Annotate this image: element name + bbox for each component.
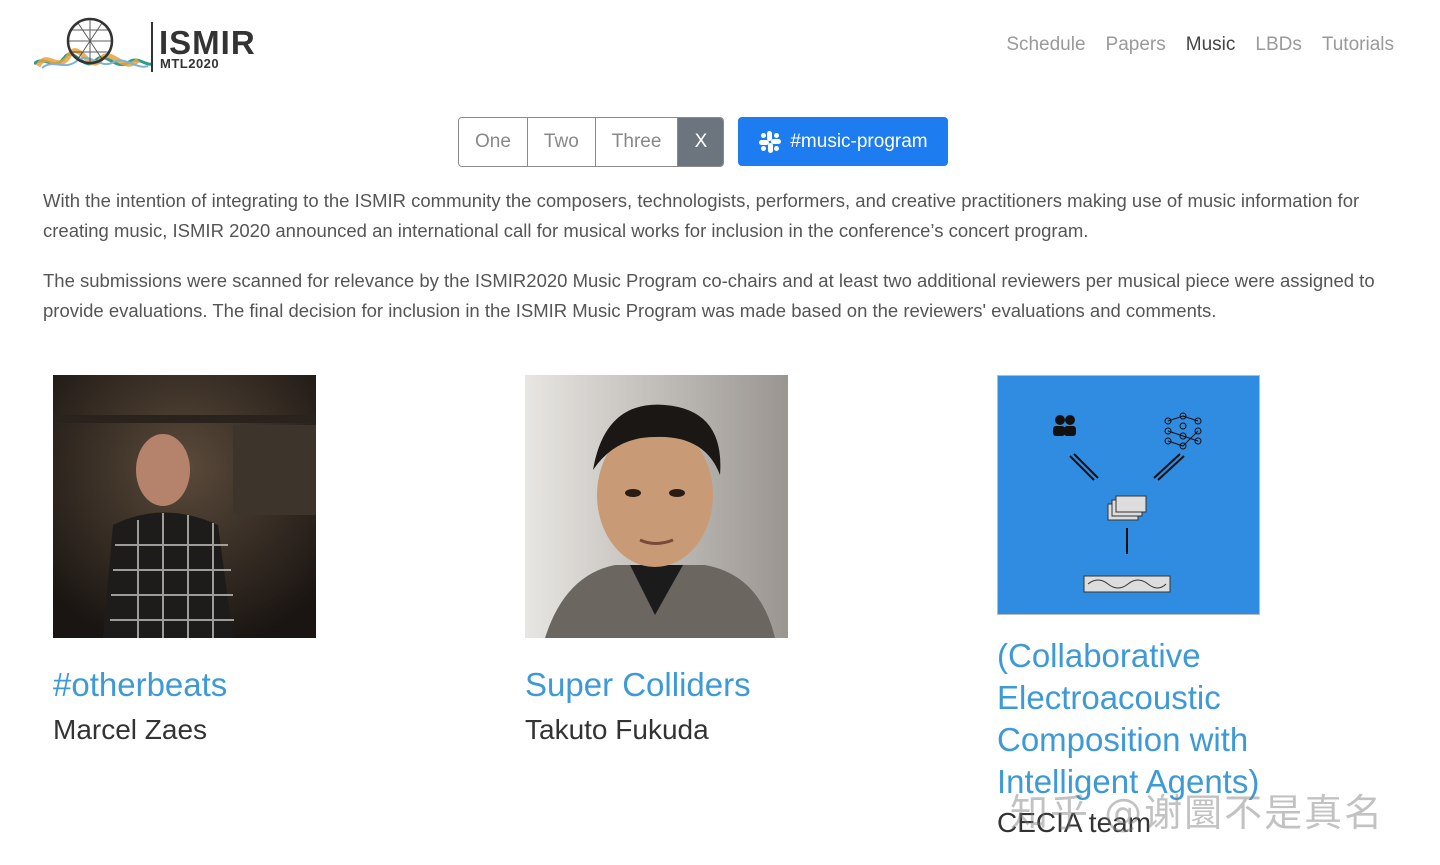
slack-icon [758, 130, 782, 154]
work-author: Marcel Zaes [53, 714, 208, 745]
filter-option-one[interactable]: One [459, 118, 528, 166]
work-card[interactable]: (Collaborative Electroacoustic Compositi… [997, 375, 1417, 843]
filter-clear-button[interactable]: X [678, 118, 724, 166]
top-navigation: Schedule Papers Music LBDs Tutorials [1006, 34, 1394, 56]
logo-globe-icon [34, 17, 152, 69]
ismir-logo[interactable]: ISMIR MTL2020 [34, 14, 274, 80]
work-image[interactable] [53, 375, 316, 638]
nav-lbds[interactable]: LBDs [1255, 34, 1301, 56]
work-image[interactable] [525, 375, 788, 638]
work-title[interactable]: #otherbeats [53, 664, 473, 706]
logo-subtitle: MTL2020 [160, 56, 220, 71]
intro-paragraph: The submissions were scanned for relevan… [43, 270, 1375, 321]
work-card[interactable]: Super Colliders Takuto Fukuda [525, 375, 945, 750]
work-diagram-image[interactable] [997, 375, 1260, 615]
work-title[interactable]: Super Colliders [525, 664, 945, 706]
filter-segmented-control: One Two Three X [458, 117, 725, 167]
nav-music[interactable]: Music [1186, 34, 1236, 56]
nav-papers[interactable]: Papers [1106, 34, 1166, 56]
intro-text: With the intention of integrating to the… [43, 186, 1403, 346]
filter-option-three[interactable]: Three [595, 118, 679, 166]
filter-option-two[interactable]: Two [527, 118, 596, 166]
work-card[interactable]: #otherbeats Marcel Zaes [53, 375, 473, 750]
slack-channel-button[interactable]: #music-program [738, 117, 948, 166]
watermark-text: 知乎 @谢圜不是真名 [1010, 791, 1385, 835]
nav-schedule[interactable]: Schedule [1006, 34, 1085, 56]
slack-button-label: #music-program [790, 130, 928, 152]
work-author: Takuto Fukuda [525, 714, 709, 745]
intro-paragraph: With the intention of integrating to the… [43, 190, 1360, 241]
nav-tutorials[interactable]: Tutorials [1322, 34, 1394, 56]
work-title[interactable]: (Collaborative Electroacoustic Compositi… [997, 635, 1297, 803]
logo-separator [151, 22, 153, 72]
